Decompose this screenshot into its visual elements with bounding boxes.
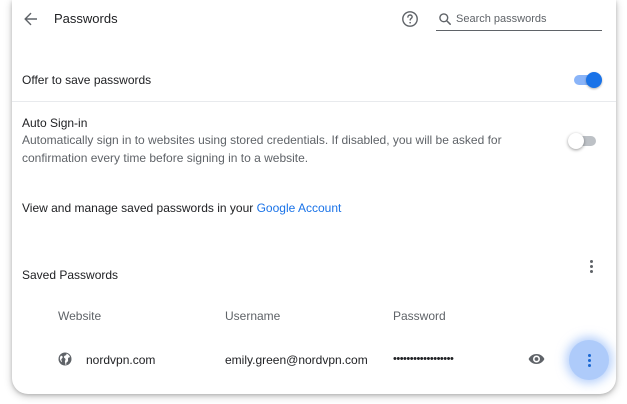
back-button[interactable] xyxy=(20,8,42,30)
kebab-dot xyxy=(587,363,591,367)
google-account-link[interactable]: Google Account xyxy=(257,201,342,215)
password-row-password: •••••••••••••••••• xyxy=(393,353,454,365)
back-arrow-icon xyxy=(24,12,37,26)
password-row-website: nordvpn.com xyxy=(86,353,156,367)
manage-passwords-prefix: View and manage saved passwords in your xyxy=(22,201,257,215)
password-row-more-button[interactable] xyxy=(569,340,609,380)
saved-passwords-title: Saved Passwords xyxy=(22,268,119,282)
search-box xyxy=(436,9,602,31)
password-row-username: emily.green@nordvpn.com xyxy=(225,353,368,367)
help-icon xyxy=(402,11,418,27)
column-header-username: Username xyxy=(225,309,281,323)
header: Passwords xyxy=(12,0,616,38)
auto-signin-description: Automatically sign in to websites using … xyxy=(22,133,502,165)
page-title: Passwords xyxy=(54,11,118,26)
toggle-knob xyxy=(568,133,584,149)
kebab-dot xyxy=(589,264,593,268)
auto-signin-toggle[interactable] xyxy=(568,133,598,149)
column-header-password: Password xyxy=(393,309,446,323)
search-input[interactable] xyxy=(456,10,600,28)
kebab-dot xyxy=(587,358,591,362)
kebab-dot xyxy=(589,259,593,263)
saved-passwords-more-button[interactable] xyxy=(583,258,599,274)
search-icon xyxy=(439,13,451,25)
passwords-card: Passwords Offer to save passwords Auto S… xyxy=(12,0,616,394)
toggle-knob xyxy=(586,72,602,88)
globe-icon xyxy=(58,352,72,366)
offer-to-save-label: Offer to save passwords xyxy=(22,73,152,87)
column-header-website: Website xyxy=(58,309,102,323)
manage-passwords-text: View and manage saved passwords in your … xyxy=(22,201,341,215)
kebab-dot xyxy=(587,353,591,357)
auto-signin-label: Auto Sign-in xyxy=(22,116,88,130)
offer-to-save-toggle[interactable] xyxy=(572,72,602,88)
divider xyxy=(12,101,616,102)
kebab-dot xyxy=(589,269,593,273)
help-button[interactable] xyxy=(401,10,419,28)
show-password-eye-icon[interactable] xyxy=(528,352,545,366)
